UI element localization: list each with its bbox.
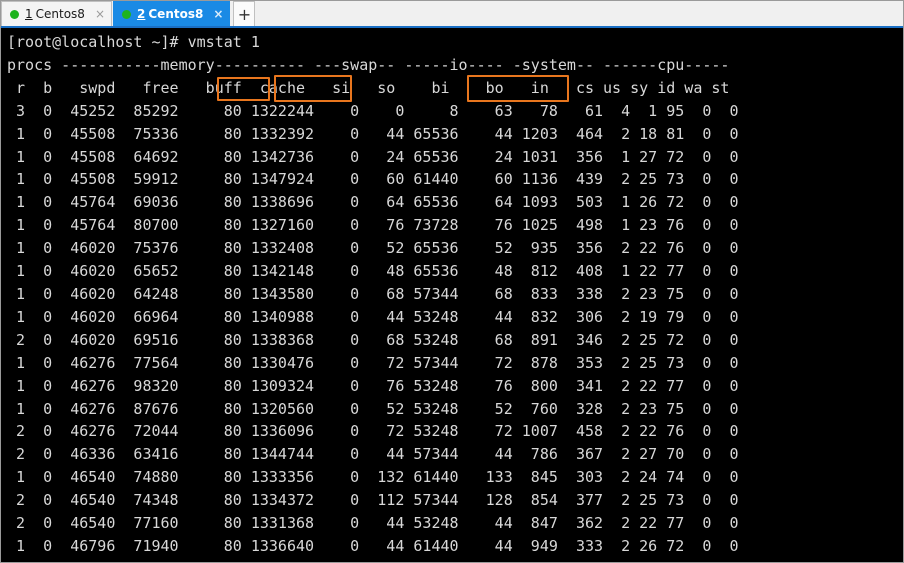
tab-label: Centos8 [148, 7, 204, 21]
tab-status-dot-icon [10, 9, 19, 19]
terminal-screen[interactable]: [root@localhost ~]# vmstat 1 procs -----… [1, 28, 903, 562]
tab-status-dot-icon [122, 9, 132, 19]
tab-label: Centos8 [35, 7, 85, 21]
tab-bar: 1 Centos8 × 2 Centos8 × + [1, 1, 903, 28]
terminal-text: [root@localhost ~]# vmstat 1 procs -----… [7, 33, 739, 555]
terminal-window: 1 Centos8 × 2 Centos8 × + [root@localhos… [0, 0, 904, 563]
tab-close-icon[interactable]: × [213, 8, 223, 20]
tab-centos8-2[interactable]: 2 Centos8 × [113, 1, 231, 26]
new-tab-button[interactable]: + [233, 1, 256, 26]
tab-number: 2 [137, 7, 146, 21]
tab-close-icon[interactable]: × [95, 8, 105, 20]
tab-centos8-1[interactable]: 1 Centos8 × [1, 1, 113, 26]
tab-number: 1 [25, 7, 33, 21]
plus-icon: + [237, 4, 252, 24]
